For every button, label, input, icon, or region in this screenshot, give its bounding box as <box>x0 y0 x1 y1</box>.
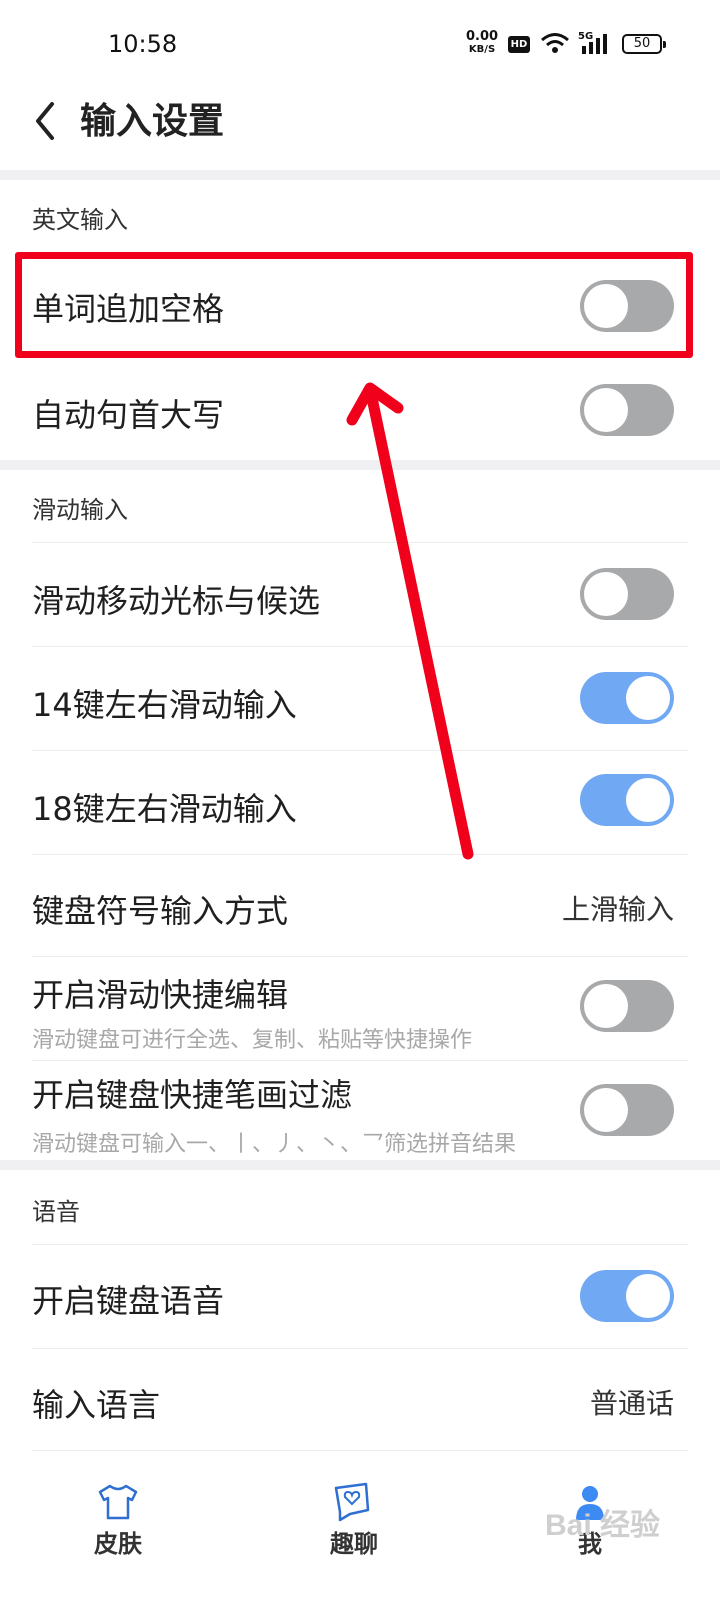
watermark: Bai 经验 <box>545 1509 661 1542</box>
hd-badge: HD <box>508 36 530 53</box>
toggle-knob <box>626 676 670 720</box>
stroke-filter-toggle[interactable] <box>580 1084 674 1136</box>
setting-label: 键盘符号输入方式 <box>32 892 289 930</box>
signal-icon: 5G <box>578 31 607 54</box>
section-gap <box>0 170 720 180</box>
tshirt-icon <box>98 1484 138 1520</box>
status-bar: 10:58 0.00 KB/S HD 5G 50 <box>0 0 720 80</box>
setting-row-18key-slide[interactable]: 18键左右滑动输入 <box>0 750 720 854</box>
net-speed-unit: KB/S <box>468 44 496 55</box>
toggle-knob <box>584 388 628 432</box>
divider <box>32 1450 688 1451</box>
tab-label: 趣聊 <box>330 1530 378 1558</box>
setting-row-stroke-filter[interactable]: 开启键盘快捷笔画过滤 滑动键盘可输入一、丨、丿、丶、乛筛选拼音结果 <box>0 1060 720 1160</box>
setting-row-keyboard-voice[interactable]: 开启键盘语音 <box>0 1244 720 1348</box>
toggle-knob <box>584 572 628 616</box>
input-language-value: 普通话 <box>589 1387 674 1420</box>
auto-capitalize-toggle[interactable] <box>580 384 674 436</box>
section-gap <box>0 1160 720 1170</box>
toggle-knob <box>626 1274 670 1318</box>
14key-slide-toggle[interactable] <box>580 672 674 724</box>
back-arrow-icon[interactable] <box>28 96 68 146</box>
setting-label: 开启键盘语音 <box>32 1282 225 1320</box>
status-time: 10:58 <box>108 30 178 58</box>
toggle-knob <box>584 1088 628 1132</box>
tab-label: 皮肤 <box>94 1530 142 1558</box>
section-title-english: 英文输入 <box>32 206 128 234</box>
section-title-slide: 滑动输入 <box>32 496 128 524</box>
page-title: 输入设置 <box>80 101 225 142</box>
setting-label: 开启键盘快捷笔画过滤 <box>32 1076 353 1114</box>
setting-row-auto-capitalize[interactable]: 自动句首大写 <box>0 356 720 460</box>
net-speed: 0.00 KB/S <box>466 30 498 56</box>
header: 输入设置 <box>0 80 720 170</box>
setting-label: 自动句首大写 <box>32 396 225 434</box>
setting-label: 输入语言 <box>32 1386 161 1424</box>
signal-label: 5G <box>578 31 593 42</box>
setting-row-quick-edit[interactable]: 开启滑动快捷编辑 滑动键盘可进行全选、复制、粘贴等快捷操作 <box>0 956 720 1060</box>
quick-edit-toggle[interactable] <box>580 980 674 1032</box>
symbol-input-value: 上滑输入 <box>561 893 674 926</box>
tab-skin[interactable]: 皮肤 <box>58 1482 178 1559</box>
cursor-slide-toggle[interactable] <box>580 568 674 620</box>
setting-label: 开启滑动快捷编辑 <box>32 976 289 1014</box>
tab-chat[interactable]: 趣聊 <box>294 1482 414 1559</box>
toggle-knob <box>584 984 628 1028</box>
section-gap <box>0 460 720 470</box>
highlight-box <box>15 252 693 358</box>
setting-label: 18键左右滑动输入 <box>32 790 297 828</box>
wifi-icon <box>541 33 569 53</box>
setting-label: 14键左右滑动输入 <box>32 686 297 724</box>
battery-indicator: 50 <box>622 34 666 54</box>
18key-slide-toggle[interactable] <box>580 774 674 826</box>
net-speed-value: 0.00 <box>466 29 499 44</box>
setting-row-cursor-slide[interactable]: 滑动移动光标与候选 <box>0 542 720 646</box>
setting-row-14key-slide[interactable]: 14键左右滑动输入 <box>0 646 720 750</box>
setting-row-input-language[interactable]: 输入语言 普通话 <box>0 1348 720 1452</box>
setting-sub-label: 滑动键盘可进行全选、复制、粘贴等快捷操作 <box>32 1028 473 1053</box>
section-title-voice: 语音 <box>32 1198 80 1226</box>
setting-sub-label: 滑动键盘可输入一、丨、丿、丶、乛筛选拼音结果 <box>32 1132 517 1157</box>
setting-row-symbol-input[interactable]: 键盘符号输入方式 上滑输入 <box>0 854 720 958</box>
chat-heart-icon <box>334 1482 370 1522</box>
keyboard-voice-toggle[interactable] <box>580 1270 674 1322</box>
setting-label: 滑动移动光标与候选 <box>32 582 321 620</box>
toggle-knob <box>626 778 670 822</box>
